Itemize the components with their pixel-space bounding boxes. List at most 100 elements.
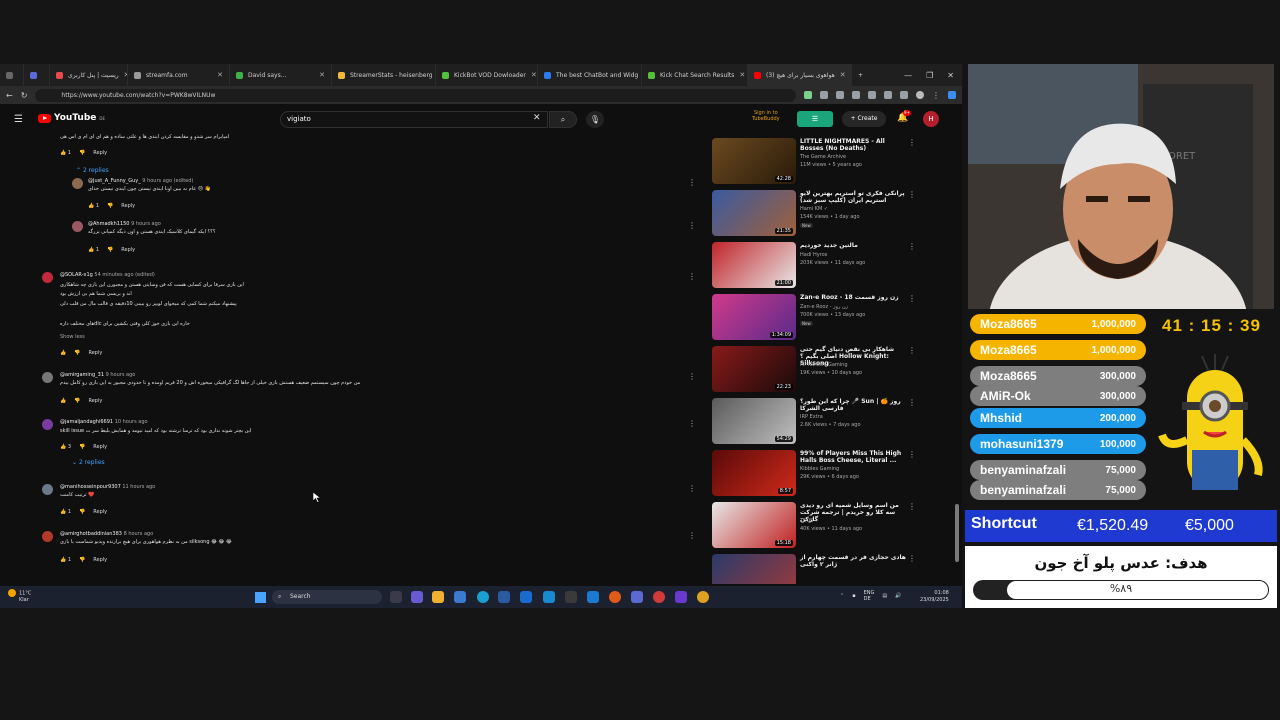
dislike-icon[interactable]: 👎: [79, 509, 85, 515]
browser-tab[interactable]: David says... ✕: [230, 64, 332, 86]
app-icon[interactable]: [498, 591, 510, 603]
tab-close-icon[interactable]: ✕: [734, 71, 745, 79]
video-card[interactable]: هادی حجازی فر در قسمت چهارم از ژانر ۲ وا…: [712, 554, 948, 584]
terminal-icon[interactable]: [565, 591, 577, 603]
video-title[interactable]: پرانکی فکری تو استریم بهترین لایو استریم…: [800, 190, 908, 204]
reply-button[interactable]: Reply: [121, 247, 135, 253]
weather-widget[interactable]: 11°C Klar: [8, 589, 31, 603]
dislike-icon[interactable]: 👎: [79, 557, 85, 563]
more-actions-icon[interactable]: ⋮: [688, 531, 696, 540]
minimize-icon[interactable]: —: [904, 71, 912, 80]
video-thumbnail[interactable]: 22:23: [712, 346, 796, 392]
reply-button[interactable]: Reply: [88, 350, 102, 356]
video-thumbnail[interactable]: 42:28: [712, 138, 796, 184]
comment-author[interactable]: @amirgaming_31 9 hours ago: [60, 372, 135, 378]
extension-icon[interactable]: [852, 91, 860, 99]
like-icon[interactable]: 👍 1: [60, 557, 71, 563]
dislike-icon[interactable]: 👎: [74, 350, 80, 356]
video-thumbnail[interactable]: 21:00: [712, 242, 796, 288]
discord-icon[interactable]: [631, 591, 643, 603]
video-title[interactable]: Zan-e Rooz - 18 زن روز قسمت: [800, 294, 908, 301]
video-thumbnail[interactable]: 54:29: [712, 398, 796, 444]
comment-author[interactable]: @jamaljandaghi6691 10 hours ago: [60, 419, 148, 425]
clear-search-icon[interactable]: ✕: [533, 113, 541, 123]
file-explorer-icon[interactable]: [432, 591, 444, 603]
comment-author[interactable]: @manihosseinpour9307 11 hours ago: [60, 484, 155, 490]
channel-name[interactable]: Mr Karoshi Gaming: [800, 362, 848, 368]
tubebuddy-sign-in[interactable]: Sign in to TubeBuddy: [752, 110, 780, 122]
like-icon[interactable]: 👍 1: [60, 150, 71, 156]
browser-tab[interactable]: KickBot VOD Dowloader ✕: [436, 64, 538, 86]
video-title[interactable]: 99% of Players Miss This High Halls Boss…: [800, 450, 908, 464]
video-card[interactable]: 8:57 99% of Players Miss This High Halls…: [712, 450, 948, 500]
browser-tab[interactable]: Kick Chat Search Results ✕: [642, 64, 748, 86]
tubebuddy-toggle[interactable]: ☰: [797, 111, 833, 127]
tray-app-icon[interactable]: ▪: [852, 593, 855, 599]
new-tab-button[interactable]: +: [852, 64, 872, 86]
video-card[interactable]: 15:18 من اسم وسایل شمیه ای رو دیدی سه کل…: [712, 502, 948, 552]
show-less-link[interactable]: Show less: [60, 334, 85, 340]
more-actions-icon[interactable]: ⋮: [688, 221, 696, 230]
hamburger-menu-icon[interactable]: ☰: [14, 114, 23, 125]
more-actions-icon[interactable]: ⋮: [688, 372, 696, 381]
channel-name[interactable]: TEOS ✓: [800, 518, 819, 524]
avatar[interactable]: [42, 531, 53, 542]
comment-author[interactable]: @amirghotbaddinian383 8 hours ago: [60, 531, 153, 537]
more-actions-icon[interactable]: ⋮: [908, 294, 916, 303]
like-icon[interactable]: 👍 1: [60, 509, 71, 515]
reply-button[interactable]: Reply: [121, 203, 135, 209]
video-thumbnail[interactable]: [712, 554, 796, 584]
browser-tab[interactable]: [24, 64, 50, 86]
video-title[interactable]: هادی حجازی فر در قسمت چهارم از ژانر ۲ وا…: [800, 554, 908, 568]
dislike-icon[interactable]: 👎: [107, 247, 113, 253]
profile-icon[interactable]: [916, 91, 924, 99]
extension-icon[interactable]: [884, 91, 892, 99]
like-icon[interactable]: 👍 1: [88, 203, 99, 209]
video-card[interactable]: 54:29 چرا که این طور؟ 🎤 Sun روز 🍊 | فارس…: [712, 398, 948, 448]
more-actions-icon[interactable]: ⋮: [688, 272, 696, 281]
channel-name[interactable]: Hami KM ✓: [800, 206, 828, 212]
dislike-icon[interactable]: 👎: [79, 444, 85, 450]
extension-icon[interactable]: [900, 91, 908, 99]
video-thumbnail[interactable]: 1:34:09: [712, 294, 796, 340]
more-actions-icon[interactable]: ⋮: [908, 242, 916, 251]
more-actions-icon[interactable]: ⋮: [688, 178, 696, 187]
avatar[interactable]: [72, 178, 83, 189]
tab-close-icon[interactable]: ✕: [526, 71, 537, 79]
browser-tab[interactable]: streamfa.com ✕: [128, 64, 230, 86]
tab-close-icon[interactable]: ✕: [212, 71, 223, 79]
tab-close-icon[interactable]: ✕: [314, 71, 325, 79]
like-icon[interactable]: 👍 3: [60, 444, 71, 450]
copilot-icon[interactable]: [948, 91, 956, 99]
back-icon[interactable]: ←: [6, 91, 13, 100]
more-actions-icon[interactable]: ⋮: [908, 502, 916, 511]
more-actions-icon[interactable]: ⋮: [688, 484, 696, 493]
outlook-icon[interactable]: [520, 591, 532, 603]
browser-tab[interactable]: ریسیت | پنل کاربری✕: [50, 64, 128, 86]
create-button[interactable]: + Create: [842, 111, 886, 127]
more-actions-icon[interactable]: ⋮: [908, 398, 916, 407]
more-actions-icon[interactable]: ⋮: [908, 190, 916, 199]
task-view-icon[interactable]: [390, 591, 402, 603]
more-actions-icon[interactable]: ⋮: [908, 138, 916, 147]
volume-icon[interactable]: 🔊: [895, 593, 901, 599]
replies-toggle[interactable]: ⌃ 2 replies: [76, 167, 109, 174]
taskbar-clock[interactable]: 01:08 23/09/2025: [920, 590, 949, 604]
video-card[interactable]: 21:35 پرانکی فکری تو استریم بهترین لایو …: [712, 190, 948, 240]
search-button[interactable]: ⌕: [549, 111, 577, 128]
channel-name[interactable]: Hadi Hyrox: [800, 252, 828, 258]
rider-icon[interactable]: [675, 591, 687, 603]
app-icon[interactable]: [543, 591, 555, 603]
network-icon[interactable]: ▤: [882, 593, 887, 599]
menu-kebab-icon[interactable]: ⋮: [932, 91, 940, 100]
comment-author[interactable]: @SOLAR-x1g 54 minutes ago (edited): [60, 272, 155, 278]
youtube-logo[interactable]: YouTube DE: [38, 113, 105, 123]
reply-author[interactable]: @Just_A_Funny_Guy_ 9 hours ago (edited): [88, 178, 193, 184]
windows-start-icon[interactable]: [255, 592, 266, 603]
store-icon[interactable]: [454, 591, 466, 603]
video-card[interactable]: 21:00 مالتین جدید خوردیم Hadi Hyrox 203K…: [712, 242, 948, 292]
reply-author[interactable]: @Ahmadkh1150 9 hours ago: [88, 221, 161, 227]
like-icon[interactable]: 👍: [60, 398, 66, 404]
like-icon[interactable]: 👍 1: [88, 247, 99, 253]
channel-name[interactable]: Kibbles Gaming: [800, 466, 839, 472]
